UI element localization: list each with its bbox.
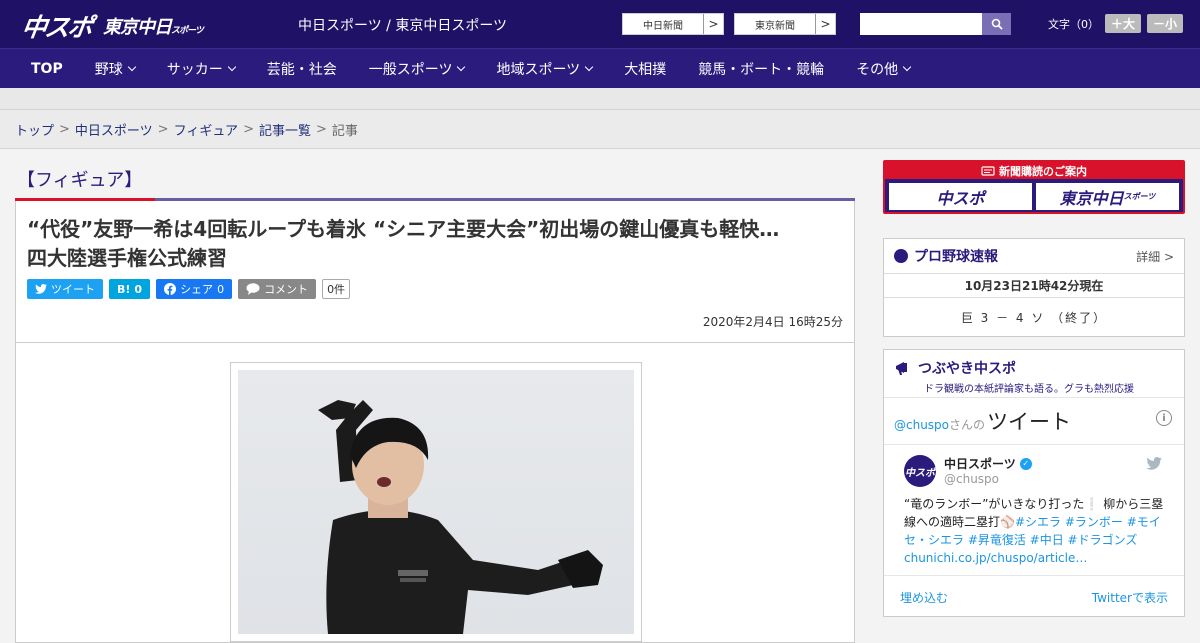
nav-item-soccer[interactable]: サッカー [151,49,251,89]
article-date: 2020年2月4日 16時25分 [702,315,843,329]
twitter-embed: @chuspo さんの ツイート i 中スポ 中日スポーツ ✓ @chuspo [884,398,1184,627]
article-photo-frame [230,362,642,642]
embed-link[interactable]: 埋め込む [900,589,948,606]
subscription-banner[interactable]: 新聞購読のご案内 中スポ 東京中日 スポーツ [883,160,1185,214]
breadcrumb-top[interactable]: トップ [15,120,54,139]
twitter-bird-icon[interactable] [1146,457,1162,474]
twitter-card: つぶやき中スポ ドラ観戦の本紙評論家も語る。グラも熱烈応援 @chuspo さん… [883,349,1185,617]
view-on-twitter-link[interactable]: Twitterで表示 [1092,589,1168,606]
share-buttons: ツイート B! 0 シェア 0 コメント 0件 [27,279,843,299]
nav-item-local-sports[interactable]: 地域スポーツ [480,49,608,89]
ad-strip [0,88,1200,110]
avatar[interactable]: 中スポ [904,455,936,487]
info-icon[interactable]: i [1156,410,1172,426]
hatena-icon: B! [117,282,131,296]
article-headline-line2: 四大陸選手権公式練習 [27,246,227,270]
baseball-icon [894,249,908,263]
tweet-account-handle[interactable]: @chuspo [944,472,1032,486]
newspaper-icon [981,165,995,176]
breadcrumb-chunichi-sports[interactable]: 中日スポーツ [75,120,153,139]
facebook-icon [164,283,177,295]
subscription-title-bar: 新聞購読のご案内 [885,162,1183,179]
main-nav: TOP 野球 サッカー 芸能・社会 一般スポーツ 地域スポーツ 大相撲 競馬・ボ… [0,48,1200,88]
article-photo[interactable] [238,370,634,634]
baseball-detail-link[interactable]: 詳細 > [1136,248,1174,265]
tweet-text: “竜のランボー”がいきなり打った❕ 柳から三塁線への適時二塁打⚾#シエラ #ラン… [904,497,1164,565]
verified-icon: ✓ [1019,457,1032,470]
nav-item-racing[interactable]: 競馬・ボート・競輪 [682,49,840,89]
subscription-tokyo-logo[interactable]: 東京中日 スポーツ [1036,183,1179,210]
tweet-item[interactable]: 中スポ 中日スポーツ ✓ @chuspo “竜のランボー”がいきなり打った❕ 柳… [894,445,1174,567]
search-input[interactable] [860,13,982,35]
top-header: 中スポ 東京中日スポーツ 中日スポーツ / 東京中日スポーツ 中日新聞 > 東京… [0,0,1200,48]
chevron-down-icon [902,62,912,71]
tweet-account-name[interactable]: 中日スポーツ [944,455,1016,472]
chevron-right-icon: > [703,14,723,34]
baseball-score[interactable]: 巨 3 － 4 ソ （終了） [884,298,1184,336]
speech-bubble-icon [246,283,260,295]
search-button[interactable] [982,13,1011,35]
subscription-chuspo-logo[interactable]: 中スポ [889,183,1032,210]
search-icon [991,18,1003,30]
article-column: 【フィギュア】 “代役”友野一希は4回転ループも着氷 “シニア主要大会”初出場の… [15,160,855,643]
baseball-card-title: プロ野球速報 [914,249,998,265]
chevron-down-icon [127,62,136,71]
comment-count: 0件 [322,279,351,299]
figure-skater-image [318,400,603,634]
chevron-down-icon [457,62,466,71]
search-form [860,13,1011,35]
nav-item-general-sports[interactable]: 一般スポーツ [353,49,481,89]
megaphone-icon [896,362,907,375]
chevron-right-icon: > [815,14,835,34]
baseball-update-time: 10月23日21時42分現在 [884,274,1184,298]
tokyo-shimbun-link[interactable]: 東京新聞 > [734,13,836,35]
chevron-down-icon [584,62,594,71]
breadcrumb-article-list[interactable]: 記事一覧 [259,120,311,139]
font-decrease-button[interactable]: －小 [1147,14,1184,33]
facebook-share-button[interactable]: シェア 0 [156,279,233,299]
tokyo-chunichi-logo[interactable]: 東京中日スポーツ [103,13,204,39]
twitter-bird-icon [35,284,47,294]
twitter-card-subtitle: ドラ観戦の本紙評論家も語る。グラも熱烈応援 [924,384,1134,395]
comment-button[interactable]: コメント [238,279,317,299]
font-size-label: 文字（0） [1048,17,1099,31]
nav-item-sumo[interactable]: 大相撲 [608,49,682,89]
font-increase-button[interactable]: ＋大 [1105,14,1142,33]
chunichi-shimbun-link[interactable]: 中日新聞 > [622,13,724,35]
nav-item-baseball[interactable]: 野球 [79,49,151,89]
twitter-card-title: つぶやき中スポ [918,361,1016,377]
nav-item-top[interactable]: TOP [0,49,79,89]
nav-item-entertainment[interactable]: 芸能・社会 [251,49,353,89]
sidebar: 新聞購読のご案内 中スポ 東京中日 スポーツ プロ野球速報 詳細 > 10月23日… [883,160,1185,617]
breadcrumb: トップ > 中日スポーツ > フィギュア > 記事一覧 > 記事 [0,110,1200,149]
hatena-bookmark-button[interactable]: B! 0 [109,279,151,299]
site-links[interactable]: 中日スポーツ / 東京中日スポーツ [298,15,507,35]
chuspo-logo[interactable]: 中スポ [19,8,93,44]
article-category: 【フィギュア】 [17,170,143,191]
article-body [15,343,855,643]
baseball-scores-card: プロ野球速報 詳細 > 10月23日21時42分現在 巨 3 － 4 ソ （終了… [883,238,1185,337]
nav-item-other[interactable]: その他 [840,49,926,89]
chevron-down-icon [227,62,236,71]
tweet-link[interactable]: chunichi.co.jp/chuspo/article… [904,551,1087,565]
article-headline-line1: “代役”友野一希は4回転ループも着氷 “シニア主要大会”初出場の鍵山優真も軽快… [27,217,780,241]
breadcrumb-figure[interactable]: フィギュア [174,120,238,139]
site-logo[interactable]: 中スポ 東京中日スポーツ [19,8,204,44]
article-header: “代役”友野一希は4回転ループも着氷 “シニア主要大会”初出場の鍵山優真も軽快…… [15,201,855,343]
tweet-button[interactable]: ツイート [27,279,103,299]
breadcrumb-current: 記事 [331,123,358,139]
font-size-control: 文字（0） ＋大 －小 [1048,14,1184,33]
twitter-user-link[interactable]: @chuspo [894,418,949,432]
